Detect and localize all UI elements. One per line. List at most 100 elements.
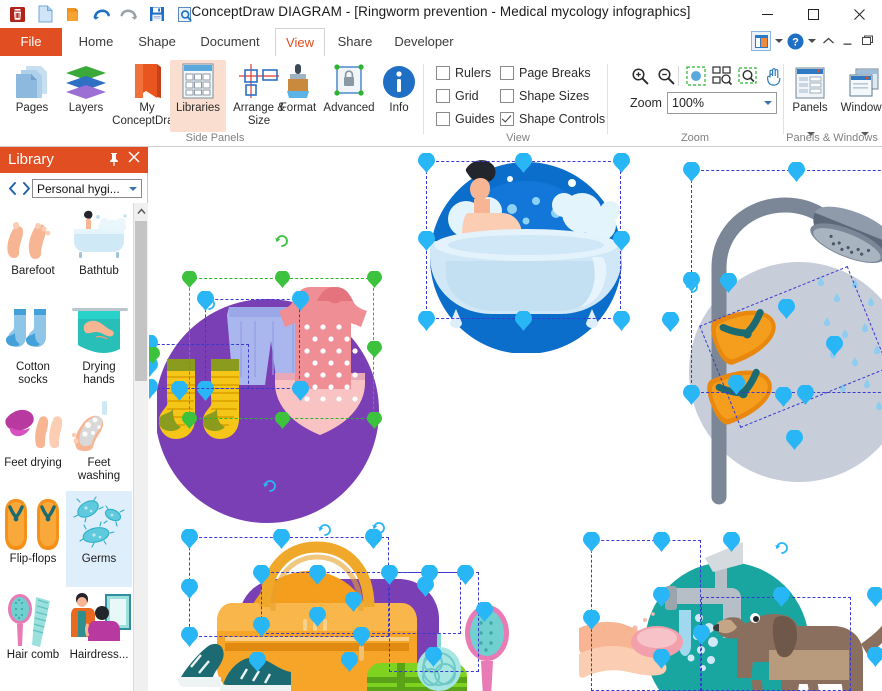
rotation-handle-handwashing[interactable] <box>774 539 790 555</box>
zoom-in-icon[interactable] <box>628 64 652 88</box>
zoom-selection-icon[interactable] <box>684 64 708 88</box>
group-handle-bottom-center[interactable] <box>275 411 290 429</box>
group-handle-socks-left[interactable] <box>149 346 160 364</box>
checkbox-grid[interactable]: Grid <box>436 89 479 103</box>
ribbon-button-panels[interactable]: Panels <box>784 60 836 136</box>
library-item-cotton-socks[interactable]: Cotton socks <box>0 299 66 395</box>
library-select[interactable]: Personal hygi... <box>32 179 142 198</box>
handle-bag-inner-bottom[interactable] <box>353 626 370 647</box>
tab-file[interactable]: File <box>0 28 62 56</box>
ribbon-button-info[interactable]: Info <box>376 60 422 132</box>
window-restore-icon[interactable] <box>860 33 876 49</box>
rotation-handle-circle-clothing[interactable] <box>262 477 278 493</box>
handle-bag-inner-top-center[interactable] <box>309 564 326 585</box>
handle-bag-inner-top-left[interactable] <box>253 564 270 585</box>
handle-bag-bottom-extra2[interactable] <box>249 651 266 672</box>
ribbon-button-windows[interactable]: Windows <box>836 60 882 136</box>
group-handle-bottom-left[interactable] <box>182 411 197 429</box>
handle-flipflops-corner-8[interactable] <box>786 429 803 450</box>
ribbon-display-caret-icon[interactable] <box>775 39 783 43</box>
save-icon[interactable] <box>146 3 168 25</box>
handle-bathtub-bottom-left[interactable] <box>418 310 435 331</box>
handle-bathtub-top-left[interactable] <box>418 152 435 173</box>
ribbon-button-layers[interactable]: Layers <box>58 60 114 132</box>
ribbon-button-pages[interactable]: Pages <box>4 60 60 132</box>
canvas-shape-clothing[interactable] <box>157 281 402 541</box>
handle-flipflops-corner-6[interactable] <box>775 386 792 407</box>
trash-icon[interactable] <box>6 3 28 25</box>
rotation-handle-clothing-group[interactable] <box>274 232 290 248</box>
handle-shower-bottom-left[interactable] <box>683 384 700 405</box>
handle-flipflops-corner-7[interactable] <box>797 384 814 405</box>
chevron-left-icon[interactable] <box>5 180 19 196</box>
checkbox-page-breaks[interactable]: Page Breaks <box>500 66 591 80</box>
pin-icon[interactable] <box>108 152 120 169</box>
handle-handwashing-top-center[interactable] <box>653 531 670 552</box>
library-item-hairdresser[interactable]: Hairdress... <box>66 587 132 683</box>
checkbox-shape-controls[interactable]: Shape Controls <box>500 112 605 126</box>
group-handle-top-left[interactable] <box>182 270 197 288</box>
group-handle-middle-right[interactable] <box>367 340 382 358</box>
handle-bathtub-top-right[interactable] <box>613 152 630 173</box>
handle-handwashing-top-right[interactable] <box>723 531 740 552</box>
help-caret-icon[interactable] <box>808 39 816 43</box>
library-scrollbar[interactable] <box>133 203 148 691</box>
library-item-feet-drying[interactable]: Feet drying <box>0 395 66 491</box>
canvas-shape-handwashing-dog[interactable] <box>579 532 882 691</box>
rotation-handle-bag-2[interactable] <box>371 519 387 535</box>
rotation-handle-shorts[interactable] <box>201 295 217 311</box>
ribbon-button-format[interactable]: Format <box>272 60 324 132</box>
ribbon-button-advanced[interactable]: Advanced <box>318 60 380 132</box>
library-scrollbar-thumb[interactable] <box>135 221 147 381</box>
handle-flipflops-corner-5[interactable] <box>728 374 745 395</box>
handle-dog-top-center[interactable] <box>773 586 790 607</box>
checkbox-shape-sizes[interactable]: Shape Sizes <box>500 89 589 103</box>
handle-dog-top-right[interactable] <box>867 586 882 607</box>
chevron-right-icon[interactable] <box>19 180 33 196</box>
rotation-handle-bag[interactable] <box>317 521 333 537</box>
handle-handwashing-middle-left[interactable] <box>583 609 600 630</box>
canvas-shape-shower-flipflops[interactable] <box>679 157 882 517</box>
zoom-level-select[interactable]: 100% <box>667 92 777 114</box>
maximize-button[interactable] <box>790 0 836 28</box>
handle-flipflops-corner-1[interactable] <box>720 272 737 293</box>
collapse-ribbon-icon[interactable] <box>820 33 836 49</box>
document-canvas[interactable] <box>149 147 882 691</box>
ribbon-button-libraries[interactable]: Libraries <box>170 60 226 132</box>
library-item-barefoot[interactable]: Barefoot <box>0 203 66 299</box>
handle-handwashing-soap[interactable] <box>653 648 670 669</box>
handle-brush-left[interactable] <box>345 591 362 612</box>
zoom-region-icon[interactable] <box>736 64 760 88</box>
tab-home[interactable]: Home <box>66 28 126 56</box>
handle-bag-inner-middle[interactable] <box>309 606 326 627</box>
handle-bag-bottom-left[interactable] <box>181 626 198 647</box>
group-handle-top-center[interactable] <box>275 270 290 288</box>
close-icon[interactable] <box>128 151 140 165</box>
handle-bag-bottom-extra[interactable] <box>341 651 358 672</box>
handle-towel-top-right[interactable] <box>457 564 474 585</box>
handle-towel-bottom[interactable] <box>425 646 442 667</box>
new-document-icon[interactable] <box>34 3 56 25</box>
handle-bathtub-middle-right[interactable] <box>613 230 630 251</box>
handle-bag-middle-left[interactable] <box>181 578 198 599</box>
restore-down-icon[interactable] <box>840 33 856 49</box>
open-folder-icon[interactable] <box>62 3 84 25</box>
handle-shorts-bottom-left[interactable] <box>197 380 214 401</box>
library-item-bathtub[interactable]: Bathtub <box>66 203 132 299</box>
handle-bag-top-center[interactable] <box>273 528 290 549</box>
handle-flipflops-corner-3[interactable] <box>826 335 843 356</box>
zoom-out-icon[interactable] <box>654 64 678 88</box>
handle-shower-top-center[interactable] <box>788 161 805 182</box>
tab-shape[interactable]: Shape <box>128 28 186 56</box>
handle-socks-bottom-center[interactable] <box>171 380 188 401</box>
handle-socks-bottom-left[interactable] <box>149 378 158 399</box>
handle-shorts-bottom-right[interactable] <box>292 380 309 401</box>
checkbox-guides[interactable]: Guides <box>436 112 495 126</box>
handle-handwashing-top-left[interactable] <box>583 531 600 552</box>
handle-bag-top-left[interactable] <box>181 528 198 549</box>
handle-towel-right[interactable] <box>476 601 493 622</box>
library-item-germs[interactable]: Germs <box>66 491 132 587</box>
handle-dog-head[interactable] <box>693 624 710 645</box>
handle-bathtub-middle-left[interactable] <box>418 230 435 251</box>
rotation-handle-shower[interactable] <box>684 278 700 294</box>
